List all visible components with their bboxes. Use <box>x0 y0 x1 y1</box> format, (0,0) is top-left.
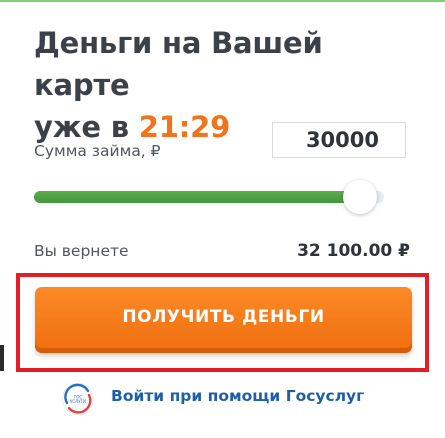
delivery-time: 21:29 <box>138 110 231 144</box>
top-divider <box>0 0 445 2</box>
svg-text:УСЛУГИ: УСЛУГИ <box>70 399 86 404</box>
gosuslugi-login-link[interactable]: Войти при помощи Госуслуг <box>111 387 364 405</box>
edge-marker <box>0 345 4 371</box>
return-amount-value: 32 100.00 ₽ <box>297 241 410 261</box>
get-money-button[interactable]: ПОЛУЧИТЬ ДЕНЬГИ <box>35 287 412 353</box>
loan-card: Деньги на Вашей карте уже в 21:29 Сумма … <box>0 0 445 438</box>
loan-amount-input[interactable]: 30000 <box>272 122 406 158</box>
headline-line-1: Деньги на Вашей карте <box>34 26 323 102</box>
headline-prefix: уже в <box>34 110 139 144</box>
slider-thumb[interactable] <box>343 180 377 214</box>
return-amount-label: Вы вернете <box>34 242 129 260</box>
loan-amount-label: Сумма займа, ₽ <box>34 142 161 160</box>
gosuslugi-logo-icon[interactable]: ГОС УСЛУГИ <box>60 381 96 417</box>
slider-fill <box>34 191 360 203</box>
loan-amount-slider[interactable] <box>34 180 408 214</box>
